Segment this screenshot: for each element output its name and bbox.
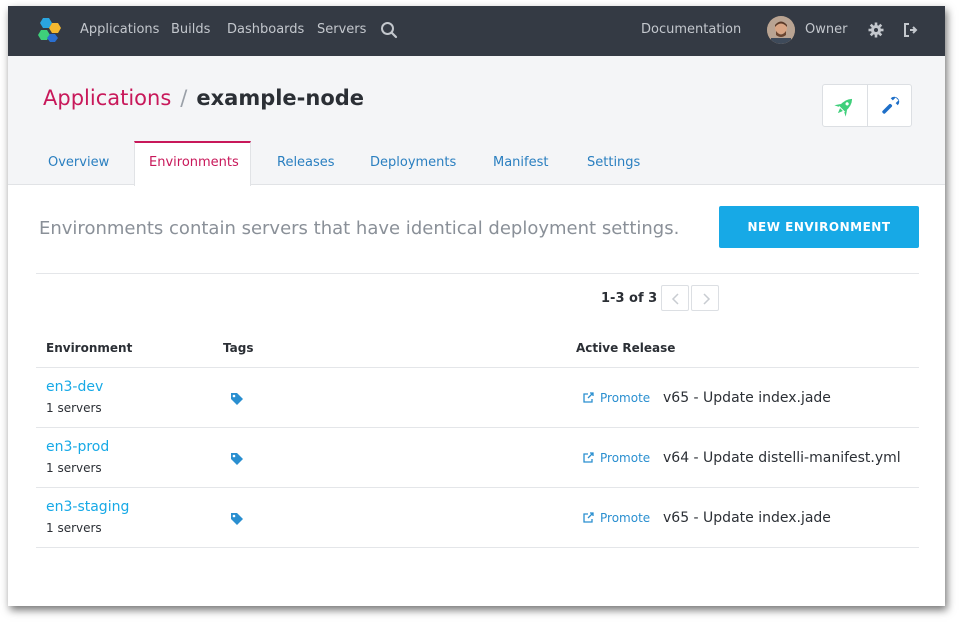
page-description: Environments contain servers that have i… — [39, 218, 680, 239]
page-title: example-node — [196, 86, 365, 110]
user-name[interactable]: Owner — [805, 22, 847, 37]
share-icon — [583, 452, 594, 463]
deploy-button[interactable] — [823, 85, 867, 126]
tab-environments[interactable]: Environments — [134, 141, 251, 186]
tag-icon[interactable] — [230, 392, 244, 406]
environment-link[interactable]: en3-dev — [46, 379, 103, 395]
nav-documentation[interactable]: Documentation — [641, 22, 741, 37]
nav-applications[interactable]: Applications — [80, 22, 159, 37]
breadcrumb: Applications / example-node — [43, 86, 364, 110]
tab-manifest[interactable]: Manifest — [493, 155, 548, 170]
top-navbar: Applications Builds Dashboards Servers D… — [8, 6, 945, 56]
promote-label: Promote — [600, 511, 651, 525]
column-header-environment: Environment — [46, 341, 133, 355]
tab-environments-label: Environments — [149, 155, 239, 170]
active-release: v65 - Update index.jade — [663, 510, 831, 526]
promote-label: Promote — [600, 391, 651, 405]
promote-link[interactable]: Promote — [583, 451, 650, 465]
column-header-tags: Tags — [223, 341, 254, 355]
user-avatar-icon — [767, 16, 795, 44]
breadcrumb-separator: / — [180, 86, 188, 110]
promote-link[interactable]: Promote — [583, 391, 650, 405]
server-count: 1 servers — [46, 461, 102, 475]
row-divider — [36, 547, 919, 548]
divider — [36, 273, 919, 274]
new-environment-button[interactable]: NEW ENVIRONMENT — [719, 206, 919, 248]
environment-link[interactable]: en3-prod — [46, 439, 109, 455]
prev-page-button[interactable] — [661, 285, 689, 311]
tab-overview[interactable]: Overview — [48, 155, 109, 170]
server-count: 1 servers — [46, 521, 102, 535]
action-button-group — [822, 84, 912, 127]
sign-out-icon[interactable] — [903, 22, 919, 38]
share-icon — [583, 512, 594, 523]
chevron-right-icon — [703, 293, 711, 305]
row-divider — [36, 487, 919, 488]
next-page-button[interactable] — [691, 285, 719, 311]
rocket-icon — [834, 98, 853, 117]
tag-icon[interactable] — [230, 452, 244, 466]
tab-deployments[interactable]: Deployments — [370, 155, 456, 170]
breadcrumb-applications[interactable]: Applications — [43, 86, 171, 110]
wrench-icon — [882, 96, 900, 114]
tab-releases[interactable]: Releases — [277, 155, 335, 170]
nav-dashboards[interactable]: Dashboards — [227, 22, 304, 37]
server-count: 1 servers — [46, 401, 102, 415]
active-release: v64 - Update distelli-manifest.yml — [663, 450, 901, 466]
table-header-divider — [36, 367, 919, 368]
tab-settings[interactable]: Settings — [587, 155, 640, 170]
app-window: Applications Builds Dashboards Servers D… — [8, 6, 945, 606]
settings-wrench-button[interactable] — [868, 85, 912, 126]
nav-servers[interactable]: Servers — [317, 22, 366, 37]
chevron-left-icon — [671, 293, 679, 305]
hexagon-logo-icon[interactable] — [36, 17, 64, 43]
promote-link[interactable]: Promote — [583, 511, 650, 525]
page-header: Applications / example-node Overview Env… — [8, 56, 945, 186]
active-release: v65 - Update index.jade — [663, 390, 831, 406]
share-icon — [583, 392, 594, 403]
avatar[interactable] — [767, 16, 795, 44]
tag-icon[interactable] — [230, 512, 244, 526]
pagination-count: 1-3 of 3 — [601, 291, 658, 306]
search-icon[interactable] — [380, 21, 398, 39]
environment-link[interactable]: en3-staging — [46, 499, 129, 515]
promote-label: Promote — [600, 451, 651, 465]
gear-icon[interactable] — [868, 22, 884, 38]
row-divider — [36, 427, 919, 428]
column-header-active-release: Active Release — [576, 341, 676, 355]
nav-builds[interactable]: Builds — [171, 22, 210, 37]
